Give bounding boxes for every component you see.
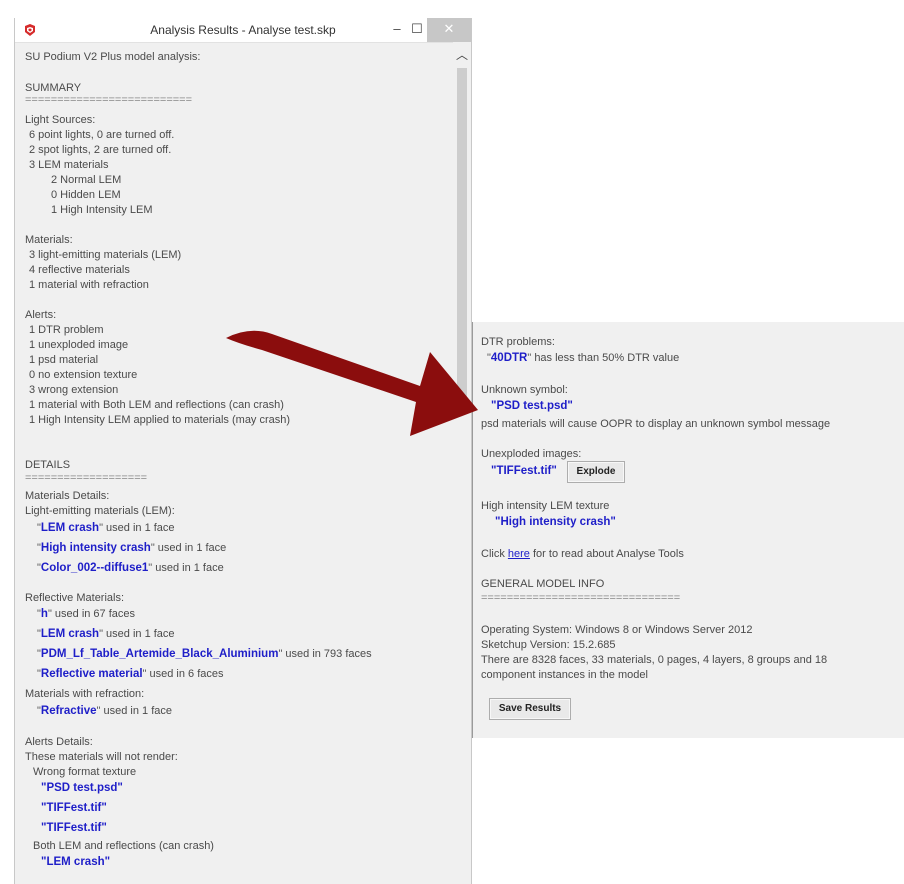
material-link[interactable]: PDM_Lf_Table_Artemide_Black_Aluminium: [41, 648, 279, 660]
light-sources-line: 2 spot lights, 2 are turned off.: [29, 144, 172, 156]
here-link[interactable]: here: [508, 548, 530, 560]
sketchup-version-line: Sketchup Version: 15.2.685: [481, 639, 616, 651]
light-sources-line: 2 Normal LEM: [51, 174, 122, 186]
light-sources-line: 0 Hidden LEM: [51, 189, 121, 201]
material-usage: used in 6 faces: [149, 668, 224, 680]
high-intensity-link[interactable]: "High intensity crash": [495, 516, 616, 528]
counts-line: component instances in the model: [481, 669, 648, 681]
alerts-line: 0 no extension texture: [29, 369, 138, 381]
details-title: DETAILS: [25, 459, 71, 471]
alerts-line: 1 material with Both LEM and reflections…: [29, 399, 284, 411]
reflective-item: "PDM_Lf_Table_Artemide_Black_Aluminium" …: [37, 648, 372, 660]
materials-line: 3 light-emitting materials (LEM): [29, 249, 182, 261]
os-line: Operating System: Windows 8 or Windows S…: [481, 624, 753, 636]
screenshot-stage: Analysis Results - Analyse test.skp – ☐ …: [0, 0, 904, 884]
wrong-format-title: Wrong format texture: [33, 766, 137, 778]
material-usage: used in 1 face: [155, 562, 224, 574]
light-sources-line: 1 High Intensity LEM: [51, 204, 153, 216]
alerts-details-title: Alerts Details:: [25, 736, 93, 748]
unexploded-title: Unexploded images:: [481, 448, 582, 460]
dtr-link[interactable]: 40DTR: [491, 352, 527, 364]
alerts-line: 3 wrong extension: [29, 384, 119, 396]
wrong-format-link[interactable]: "PSD test.psd": [41, 782, 123, 794]
light-sources-title: Light Sources:: [25, 114, 96, 126]
maximize-button[interactable]: ☐: [407, 18, 427, 42]
wrong-format-link[interactable]: "TIFFest.tif": [41, 802, 107, 814]
light-sources-line: 6 point lights, 0 are turned off.: [29, 129, 175, 141]
analysis-heading: SU Podium V2 Plus model analysis:: [25, 51, 201, 63]
general-info-separator: ===============================: [481, 592, 681, 604]
details-separator: ===================: [25, 472, 148, 484]
lem-item: "Color_002--diffuse1" used in 1 face: [37, 562, 224, 574]
not-render-title: These materials will not render:: [25, 751, 178, 763]
material-usage: used in 1 face: [157, 542, 227, 554]
scroll-thumb[interactable]: [457, 68, 467, 398]
general-info-title: GENERAL MODEL INFO: [481, 578, 605, 590]
counts-line: There are 8328 faces, 33 materials, 0 pa…: [481, 654, 828, 666]
material-link[interactable]: Refractive: [41, 705, 97, 717]
dtr-item: "40DTR" has less than 50% DTR value: [487, 352, 680, 364]
lem-title: Light-emitting materials (LEM):: [25, 505, 175, 517]
summary-separator: ==========================: [25, 94, 193, 106]
material-link[interactable]: Color_002--diffuse1: [41, 562, 148, 574]
material-usage: used in 1 face: [106, 522, 175, 534]
reflective-item: "LEM crash" used in 1 face: [37, 628, 175, 640]
material-usage: used in 1 face: [106, 628, 175, 640]
alerts-line: 1 High Intensity LEM applied to material…: [29, 414, 291, 426]
scroll-up-icon[interactable]: ︿: [453, 46, 471, 63]
alerts-line: 1 psd material: [29, 354, 99, 366]
alerts-title: Alerts:: [25, 309, 57, 321]
materials-line: 1 material with refraction: [29, 279, 149, 291]
wrong-format-link[interactable]: "TIFFest.tif": [41, 822, 107, 834]
minimize-button[interactable]: –: [387, 18, 407, 42]
unexploded-link[interactable]: "TIFFest.tif": [491, 465, 557, 477]
reflective-item: "Reflective material" used in 6 faces: [37, 668, 224, 680]
alerts-line: 1 unexploded image: [29, 339, 129, 351]
alerts-line: 1 DTR problem: [29, 324, 104, 336]
material-link[interactable]: Reflective material: [41, 668, 143, 680]
save-results-button[interactable]: Save Results: [489, 698, 571, 720]
vertical-scrollbar[interactable]: ︿: [453, 42, 471, 884]
dtr-message: has less than 50% DTR value: [534, 352, 680, 364]
light-sources-line: 3 LEM materials: [29, 159, 109, 171]
material-usage: used in 67 faces: [54, 608, 136, 620]
dtr-title: DTR problems:: [481, 336, 555, 348]
lem-item: "LEM crash" used in 1 face: [37, 522, 175, 534]
analysis-results-window: Analysis Results - Analyse test.skp – ☐ …: [14, 18, 472, 884]
help-suffix: for to read about Analyse Tools: [533, 548, 684, 560]
materials-title: Materials:: [25, 234, 73, 246]
explode-button[interactable]: Explode: [567, 461, 625, 483]
title-bar[interactable]: Analysis Results - Analyse test.skp – ☐ …: [15, 18, 471, 43]
unknown-symbol-title: Unknown symbol:: [481, 384, 568, 396]
unknown-symbol-link[interactable]: "PSD test.psd": [491, 400, 573, 412]
material-link[interactable]: LEM crash: [41, 628, 99, 640]
results-continued-panel: DTR problems: "40DTR" has less than 50% …: [472, 322, 904, 738]
material-link[interactable]: High intensity crash: [41, 542, 151, 554]
help-line: Click here for to read about Analyse Too…: [481, 548, 684, 560]
materials-details-title: Materials Details:: [25, 490, 110, 502]
refraction-title: Materials with refraction:: [25, 688, 145, 700]
reflective-item: "h" used in 67 faces: [37, 608, 136, 620]
material-usage: used in 1 face: [103, 705, 173, 717]
material-usage: used in 793 faces: [285, 648, 372, 660]
materials-line: 4 reflective materials: [29, 264, 130, 276]
material-link[interactable]: LEM crash: [41, 522, 99, 534]
reflective-title: Reflective Materials:: [25, 592, 125, 604]
summary-title: SUMMARY: [25, 82, 82, 94]
lem-item: "High intensity crash" used in 1 face: [37, 542, 227, 554]
material-link[interactable]: h: [41, 608, 48, 620]
help-prefix: Click: [481, 548, 505, 560]
both-lem-title: Both LEM and reflections (can crash): [33, 840, 214, 852]
unknown-symbol-message: psd materials will cause OOPR to display…: [481, 418, 831, 430]
high-intensity-title: High intensity LEM texture: [481, 500, 610, 512]
refraction-item: "Refractive" used in 1 face: [37, 705, 172, 717]
close-button[interactable]: ✕: [427, 18, 471, 42]
results-text-area: SU Podium V2 Plus model analysis: SUMMAR…: [15, 42, 453, 884]
both-lem-link[interactable]: "LEM crash": [41, 856, 110, 868]
